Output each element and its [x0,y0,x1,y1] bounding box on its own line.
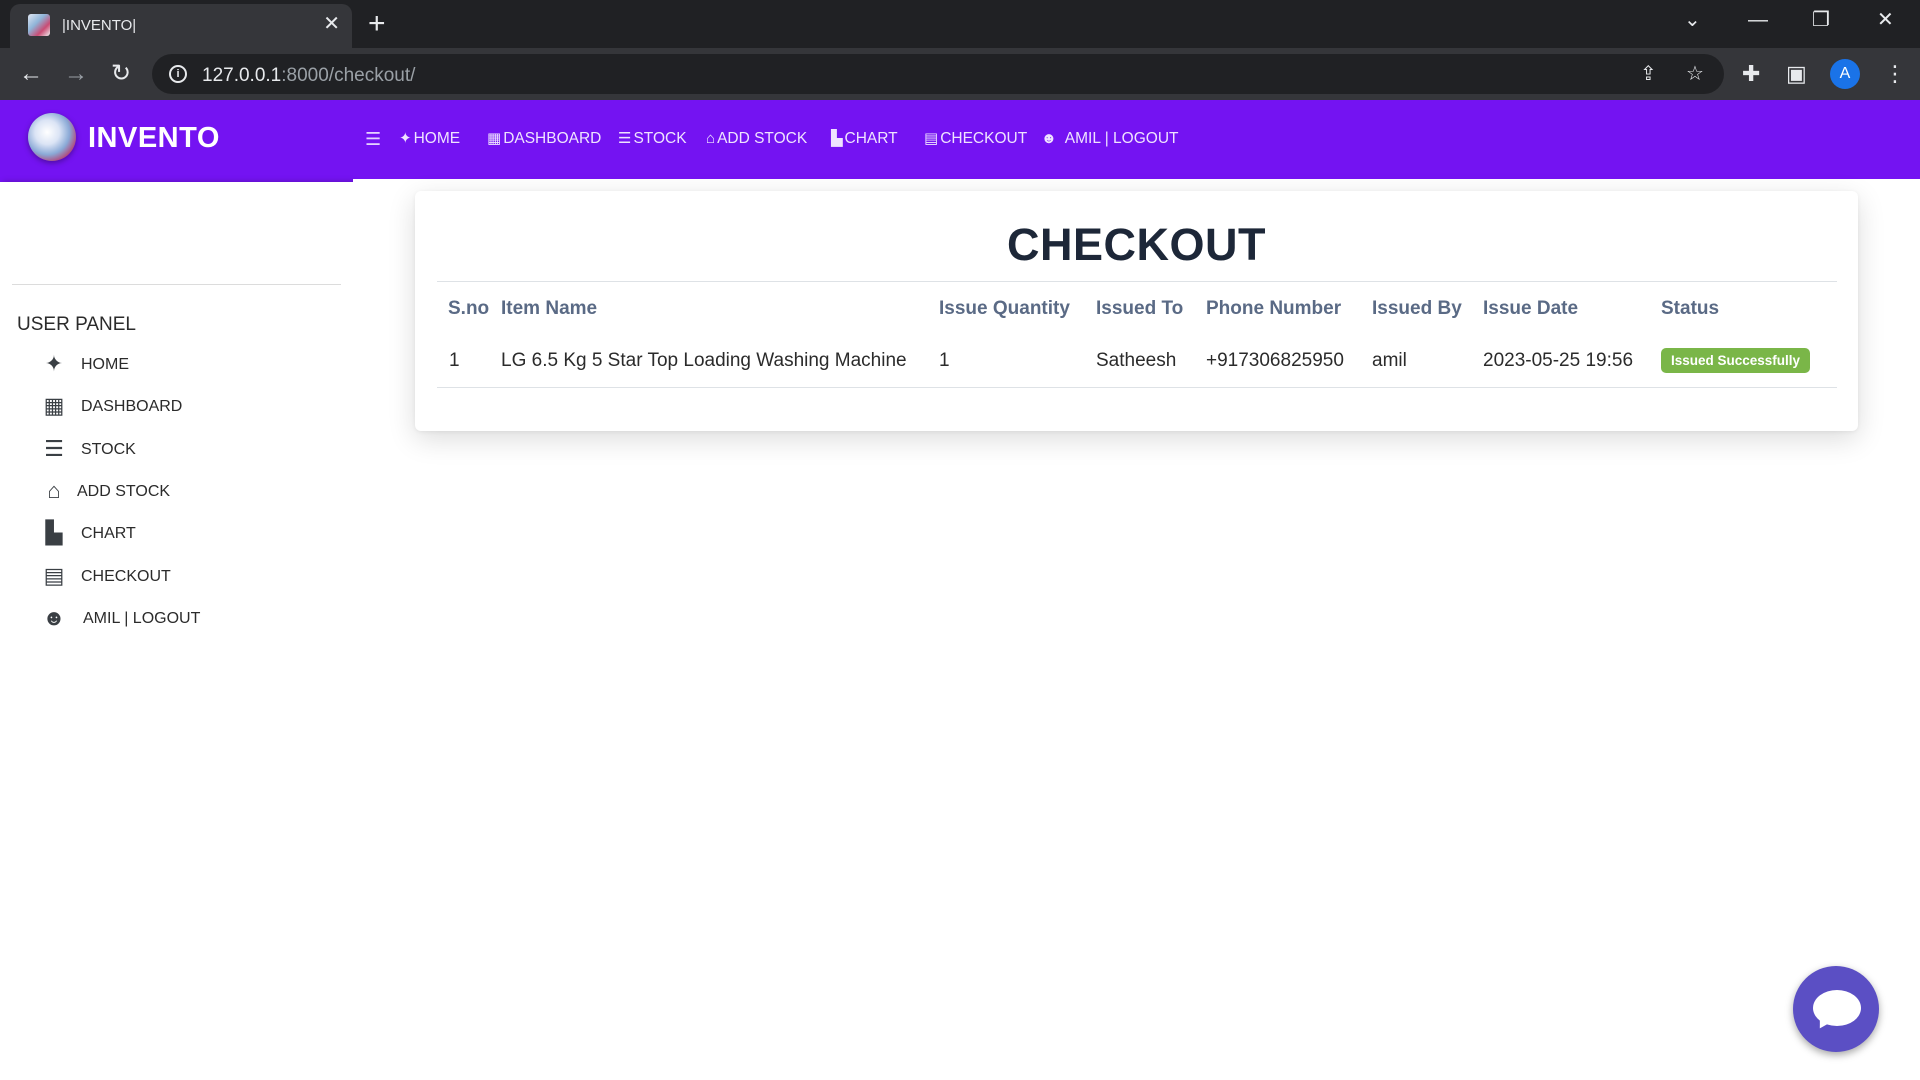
users-icon: ☻ [1041,130,1057,147]
column-header: Issue Date [1483,297,1579,319]
share-icon[interactable]: ⇪ [1640,62,1657,86]
topnav-dashboard[interactable]: ▦ DASHBOARD [487,130,601,148]
status-badge: Issued Successfully [1661,348,1811,374]
column-header: Issued By [1372,297,1462,319]
column-header: Issued To [1096,297,1184,319]
brand-header: INVENTO [0,100,353,182]
cell-issue-date: 2023-05-25 19:56 [1483,335,1661,388]
sidebar-item-add-stock[interactable]: ⌂ ADD STOCK [36,477,336,507]
puzzle-icon: ✦ [44,351,64,376]
cell-issue-quantity: 1 [939,335,1096,388]
warehouse-icon: ⌂ [47,478,61,503]
browser-menu-icon[interactable]: ⋮ [1884,62,1906,86]
column-header: S.no [448,297,490,319]
sidebar-item-label: CHART [81,525,136,542]
topnav-chart[interactable]: ▙ CHART [831,130,898,148]
sidebar-item-label: ADD STOCK [77,483,171,500]
sidebar-item-home[interactable]: ✦ HOME [36,350,336,380]
tab-title: |INVENTO| [62,17,137,34]
user-panel-title: USER PANEL [17,314,136,335]
sidebar: USER PANEL ✦ HOME ▦ DASHBOARD ☰ STOCK ⌂ … [0,182,353,1080]
main-content: CHECKOUT S.no Item Name Issue Quantity I… [353,179,1920,1080]
cell-sno: 1 [437,335,501,388]
hamburger-menu-icon[interactable]: ☰ [365,130,381,148]
table-row: 1 LG 6.5 Kg 5 Star Top Loading Washing M… [437,335,1837,388]
back-icon[interactable]: ← [17,60,45,88]
sidebar-item-dashboard[interactable]: ▦ DASHBOARD [36,392,336,422]
minimize-icon[interactable]: — [1748,8,1768,32]
chart-icon: ▙ [831,130,843,147]
grid-icon: ▦ [43,393,65,418]
restore-icon[interactable]: ❐ [1812,8,1830,32]
sidebar-item-label: CHECKOUT [81,568,171,585]
browser-toolbar: ← → ↻ i 127.0.0.1:8000/checkout/ ⇪ ☆ ✚ ▣… [0,48,1920,100]
cell-issued-to: Satheesh [1096,335,1206,388]
cell-phone-number: +917306825950 [1206,335,1372,388]
sidebar-divider [12,284,341,285]
url-text[interactable]: 127.0.0.1:8000/checkout/ [202,65,415,87]
tab-search-icon[interactable]: ⌄ [1684,8,1701,32]
topnav-checkout[interactable]: ▤ CHECKOUT [924,130,1027,148]
forward-icon[interactable]: → [62,60,90,88]
topnav-logout[interactable]: ☻ AMIL | LOGOUT [1041,130,1179,148]
sidebar-item-logout[interactable]: ☻ AMIL | LOGOUT [36,604,336,634]
browser-tab[interactable]: |INVENTO| ✕ [10,4,352,48]
address-bar[interactable]: i 127.0.0.1:8000/checkout/ ⇪ ☆ [152,54,1724,94]
sidebar-item-checkout[interactable]: ▤ CHECKOUT [36,562,336,592]
box-icon: ▤ [43,563,65,588]
database-icon: ☰ [618,130,632,147]
column-header: Item Name [501,297,598,319]
reload-icon[interactable]: ↻ [107,60,135,88]
box-icon: ▤ [924,130,939,147]
brand-logo[interactable] [28,113,76,161]
sidebar-item-stock[interactable]: ☰ STOCK [36,435,336,465]
new-tab-icon[interactable]: + [368,6,386,42]
page-title: CHECKOUT [1007,219,1266,270]
users-icon: ☻ [42,605,66,630]
bookmark-star-icon[interactable]: ☆ [1686,62,1704,86]
grid-icon: ▦ [487,130,502,147]
sidebar-item-label: HOME [81,356,129,373]
close-window-icon[interactable]: ✕ [1877,8,1894,32]
database-icon: ☰ [44,436,64,461]
sidebar-item-label: AMIL | LOGOUT [83,610,201,627]
cell-item-name: LG 6.5 Kg 5 Star Top Loading Washing Mac… [501,335,939,388]
close-tab-icon[interactable]: ✕ [323,13,340,35]
checkout-table: S.no Item Name Issue Quantity Issued To … [437,282,1837,388]
table-header-row: S.no Item Name Issue Quantity Issued To … [437,282,1837,335]
top-navbar: ☰ ✦ HOME ▦ DASHBOARD ☰ STOCK ⌂ ADD STOCK ▙ CH… [353,100,1920,179]
sidebar-item-chart[interactable]: ▙ CHART [36,519,336,549]
cell-status: Issued Successfully [1661,335,1837,388]
chat-button[interactable] [1793,966,1879,1052]
topnav-add-stock[interactable]: ⌂ ADD STOCK [706,130,807,148]
column-header: Phone Number [1206,297,1342,319]
site-info-icon[interactable]: i [169,65,187,83]
extensions-icon[interactable]: ✚ [1742,62,1760,86]
column-header: Status [1661,297,1720,319]
favicon-icon [28,14,50,36]
topnav-home[interactable]: ✦ HOME [399,130,460,148]
brand-name[interactable]: INVENTO [88,122,220,155]
side-panel-icon[interactable]: ▣ [1786,62,1807,86]
column-header: Issue Quantity [939,297,1070,319]
browser-tab-bar: |INVENTO| ✕ + ⌄ — ❐ ✕ [0,0,1920,48]
sidebar-item-label: DASHBOARD [81,398,183,415]
sidebar-item-label: STOCK [81,441,136,458]
warehouse-icon: ⌂ [706,130,716,147]
checkout-card: CHECKOUT S.no Item Name Issue Quantity I… [415,191,1858,431]
chart-icon: ▙ [45,520,63,545]
puzzle-icon: ✦ [399,130,412,147]
topnav-stock[interactable]: ☰ STOCK [618,130,687,148]
profile-avatar[interactable]: A [1830,59,1860,89]
cell-issued-by: amil [1372,335,1483,388]
